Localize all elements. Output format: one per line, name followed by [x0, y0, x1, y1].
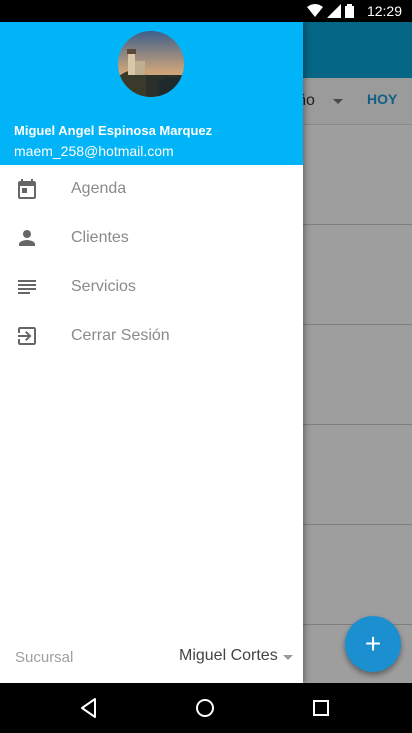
menu-item-cerrar-sesion[interactable]: Cerrar Sesión — [0, 312, 303, 361]
avatar[interactable] — [118, 31, 184, 97]
home-icon[interactable] — [193, 696, 217, 720]
person-icon — [19, 230, 35, 246]
user-name: Miguel Angel Espinosa Marquez — [14, 123, 213, 138]
list-icon — [18, 280, 36, 294]
drawer-menu: Agenda Clientes Servicios Cerrar Sesión — [0, 165, 303, 361]
signal-icon — [327, 4, 341, 18]
status-icons — [307, 4, 354, 18]
menu-item-label: Servicios — [71, 278, 136, 295]
back-icon[interactable] — [77, 696, 101, 720]
menu-item-label: Agenda — [71, 180, 127, 197]
add-fab-button[interactable]: + — [345, 616, 401, 672]
system-nav-bar — [0, 683, 412, 733]
recents-icon[interactable] — [309, 696, 333, 720]
user-email: maem_258@hotmail.com — [14, 143, 174, 159]
menu-item-servicios[interactable]: Servicios — [0, 263, 303, 312]
menu-item-label: Clientes — [71, 229, 129, 246]
drawer-header: Miguel Angel Espinosa Marquez maem_258@h… — [0, 22, 303, 165]
navigation-drawer: Miguel Angel Espinosa Marquez maem_258@h… — [0, 22, 303, 683]
calendar-icon — [18, 179, 36, 199]
dropdown-caret-icon — [283, 655, 293, 660]
branch-dropdown[interactable]: Miguel Cortes — [179, 647, 278, 665]
branch-selector[interactable]: Sucursal Miguel Cortes — [0, 627, 303, 683]
status-time: 12:29 — [366, 3, 402, 19]
status-bar: 12:29 — [0, 0, 412, 22]
profile-photo — [118, 31, 184, 97]
menu-item-agenda[interactable]: Agenda — [0, 165, 303, 214]
menu-item-clientes[interactable]: Clientes — [0, 214, 303, 263]
wifi-icon — [307, 4, 323, 17]
battery-icon — [345, 4, 354, 18]
logout-icon — [18, 327, 36, 345]
branch-label: Sucursal — [15, 649, 74, 666]
menu-item-label: Cerrar Sesión — [71, 327, 170, 344]
